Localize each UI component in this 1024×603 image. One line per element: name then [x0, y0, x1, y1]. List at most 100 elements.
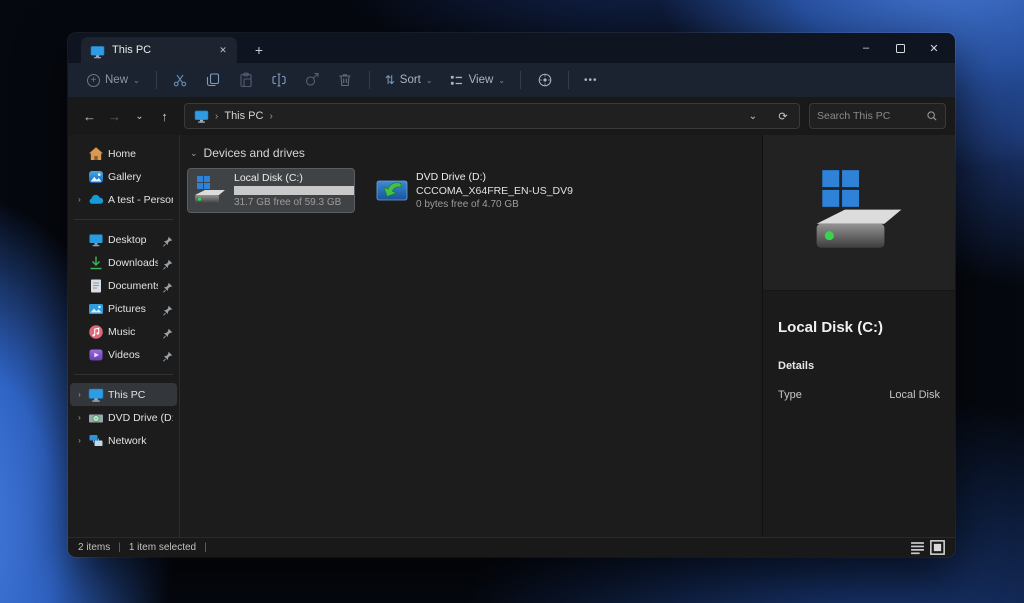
group-header-label: Devices and drives — [204, 146, 305, 160]
cut-button[interactable] — [164, 67, 197, 93]
sidebar-item-this-pc[interactable]: › This PC — [70, 383, 177, 406]
view-button[interactable]: View ⌄ — [441, 67, 513, 93]
status-bar: 2 items | 1 item selected | — [68, 537, 955, 557]
drive-name: Local Disk (C:) — [234, 172, 349, 184]
share-button[interactable] — [296, 67, 329, 93]
desktop-icon — [88, 232, 104, 248]
large-icons-view-icon — [930, 540, 945, 555]
search-icon — [926, 110, 938, 122]
rename-icon — [271, 72, 287, 88]
new-button-label: New — [105, 74, 128, 86]
pin-icon — [162, 234, 173, 245]
address-dropdown-icon[interactable]: ⌄ — [741, 111, 765, 122]
main-area: Home Gallery › A test - Personal Desktop — [68, 135, 955, 537]
documents-icon — [88, 278, 104, 294]
address-bar-row: ← → ⌄ ↑ › This PC › ⌄ ⟳ — [68, 97, 955, 135]
new-tab-button[interactable]: + — [247, 37, 271, 63]
sidebar-item-home[interactable]: Home — [70, 142, 177, 165]
rename-button[interactable] — [263, 67, 296, 93]
details-row-value: Local Disk — [889, 389, 940, 401]
sidebar-item-desktop[interactable]: Desktop — [70, 228, 177, 251]
breadcrumb-chevron: › — [215, 111, 218, 122]
drive-tiles: Local Disk (C:) 31.7 GB free of 59.3 GB — [188, 169, 762, 212]
sidebar-item-pictures[interactable]: Pictures — [70, 297, 177, 320]
forward-button[interactable]: → — [102, 104, 127, 129]
sidebar-item-network[interactable]: › Network — [70, 429, 177, 452]
group-header-devices-and-drives[interactable]: ⌄ Devices and drives — [190, 146, 762, 160]
pin-icon — [162, 303, 173, 314]
toolbar-separator — [369, 71, 370, 89]
sidebar-item-documents[interactable]: Documents — [70, 274, 177, 297]
share-icon — [304, 72, 320, 88]
drive-volume-label: CCCOMA_X64FRE_EN-US_DV9 — [416, 185, 531, 197]
expand-chevron-icon[interactable]: › — [75, 413, 84, 422]
sidebar-item-videos[interactable]: Videos — [70, 343, 177, 366]
address-bar[interactable]: › This PC › ⌄ ⟳ — [184, 103, 800, 129]
sidebar-item-label: Music — [108, 326, 135, 338]
view-grid-icon — [449, 73, 464, 88]
copy-button[interactable] — [197, 67, 230, 93]
sidebar-item-label: A test - Personal — [108, 194, 173, 206]
sidebar-item-gallery[interactable]: Gallery — [70, 165, 177, 188]
toolbar-separator — [520, 71, 521, 89]
maximize-button[interactable] — [883, 34, 917, 62]
disc-button[interactable] — [528, 67, 561, 93]
drive-free-space: 31.7 GB free of 59.3 GB — [234, 197, 349, 209]
tab-close-icon[interactable]: ✕ — [215, 42, 231, 58]
sidebar-item-onedrive[interactable]: › A test - Personal — [70, 188, 177, 211]
paste-button[interactable] — [230, 67, 263, 93]
sidebar-item-label: DVD Drive (D:) CCC — [108, 412, 173, 424]
status-separator: | — [118, 542, 121, 553]
drive-tile-local-disk-c[interactable]: Local Disk (C:) 31.7 GB free of 59.3 GB — [188, 169, 354, 212]
see-more-button[interactable]: ••• — [576, 75, 606, 86]
sidebar-divider — [74, 374, 173, 375]
capacity-bar — [234, 186, 354, 195]
drive-tile-dvd-drive-d[interactable]: DVD Drive (D:) CCCOMA_X64FRE_EN-US_DV9 0… — [370, 169, 536, 212]
sidebar-item-dvd-drive[interactable]: › DVD Drive (D:) CCC — [70, 406, 177, 429]
recent-locations-button[interactable]: ⌄ — [127, 104, 152, 129]
breadcrumb-this-pc[interactable]: This PC — [224, 110, 263, 122]
sidebar-item-label: Network — [108, 435, 147, 447]
refresh-icon[interactable]: ⟳ — [771, 110, 795, 123]
sort-button[interactable]: ⇅ Sort ⌄ — [377, 67, 441, 93]
sidebar-item-label: This PC — [108, 389, 145, 401]
search-input[interactable] — [817, 110, 922, 122]
expand-chevron-icon[interactable]: › — [75, 390, 84, 399]
sidebar-item-music[interactable]: Music — [70, 320, 177, 343]
sidebar-item-downloads[interactable]: Downloads — [70, 251, 177, 274]
collapse-chevron-icon[interactable]: ⌄ — [190, 148, 198, 159]
this-pc-monitor-icon — [88, 387, 104, 403]
up-button[interactable]: ↑ — [152, 104, 177, 129]
expand-chevron-icon[interactable]: › — [75, 195, 84, 204]
large-icons-view-button[interactable] — [930, 540, 945, 555]
status-separator: | — [204, 542, 207, 553]
breadcrumb-chevron[interactable]: › — [269, 111, 272, 122]
expand-chevron-icon[interactable]: › — [75, 436, 84, 445]
plus-circle-icon: + — [87, 74, 100, 87]
navigation-pane: Home Gallery › A test - Personal Desktop — [68, 135, 180, 537]
paste-icon — [238, 72, 254, 88]
sidebar-item-label: Pictures — [108, 303, 146, 315]
trash-icon — [337, 72, 353, 88]
items-count: 2 items — [78, 542, 110, 553]
tab-this-pc[interactable]: This PC ✕ — [81, 37, 237, 63]
delete-button[interactable] — [329, 67, 362, 93]
chevron-down-icon: ⌄ — [498, 76, 505, 85]
back-button[interactable]: ← — [77, 104, 102, 129]
new-button[interactable]: + New ⌄ — [78, 67, 149, 93]
disc-icon — [537, 72, 553, 88]
search-box[interactable] — [809, 103, 946, 129]
details-view-button[interactable] — [910, 540, 925, 555]
chevron-down-icon: ⌄ — [133, 76, 140, 85]
close-button[interactable]: ✕ — [917, 34, 951, 62]
videos-icon — [88, 347, 104, 363]
details-type-row: Type Local Disk — [778, 389, 940, 401]
view-button-label: View — [469, 74, 494, 86]
copy-icon — [205, 72, 221, 88]
minimize-button[interactable]: – — [849, 34, 883, 62]
sidebar-item-label: Documents — [108, 280, 158, 292]
toolbar-separator — [156, 71, 157, 89]
hard-drive-large-icon — [811, 170, 907, 255]
gallery-icon — [88, 169, 104, 185]
drive-free-space: 0 bytes free of 4.70 GB — [416, 199, 531, 211]
